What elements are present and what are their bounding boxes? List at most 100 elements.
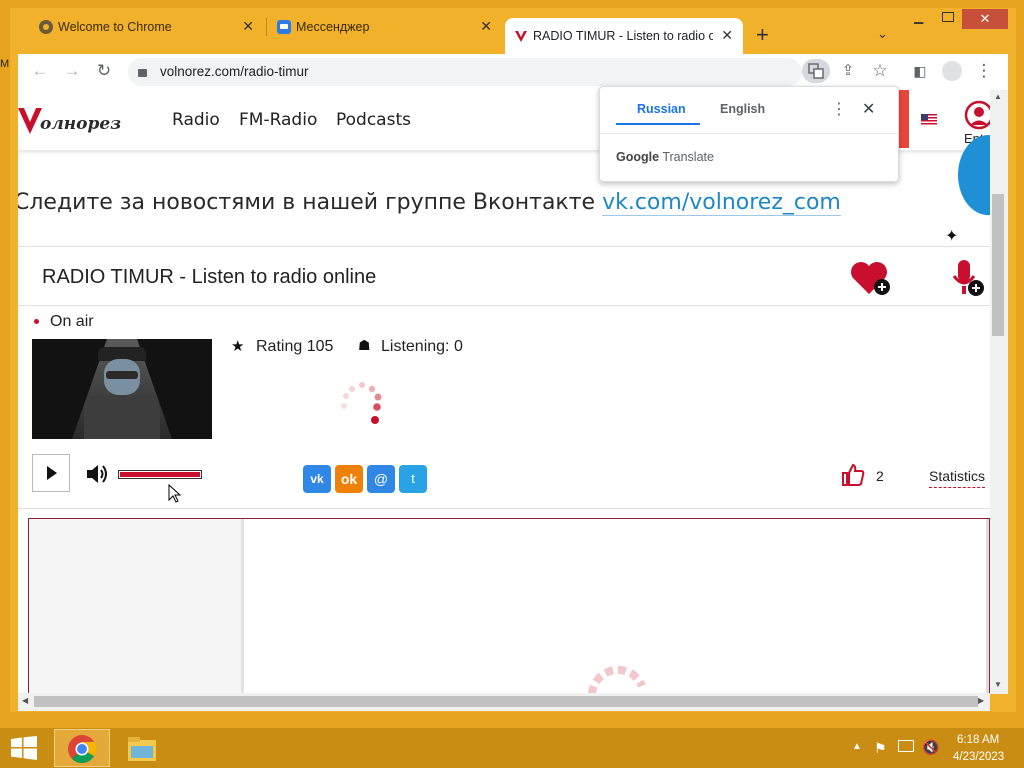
tab-search-icon[interactable]: ⌄ [877, 26, 888, 42]
scroll-thumb[interactable] [992, 194, 1004, 336]
bookmark-star-icon[interactable]: ☆ [868, 59, 892, 83]
add-favorite-icon[interactable] [849, 260, 893, 298]
nav-radio[interactable]: Radio [172, 110, 220, 130]
share-twitter-button[interactable]: t [399, 465, 427, 493]
thumbs-up-icon[interactable] [841, 463, 865, 487]
menu-dots-icon[interactable]: ⋮ [972, 59, 996, 83]
translate-popup: Russian English ⋮ ✕ Google Translate [599, 86, 899, 182]
share-icon[interactable]: ⇪ [836, 59, 860, 83]
desktop-edge-text: M [0, 58, 10, 70]
side-panel-icon[interactable]: ◧ [908, 59, 932, 83]
chrome-icon [68, 735, 97, 764]
google-brand-text: Google [616, 150, 660, 164]
tab-title: RADIO TIMUR - Listen to radio o [533, 29, 713, 43]
lock-icon [138, 69, 147, 77]
scroll-up-arrow[interactable]: ▲ [994, 92, 1002, 101]
google-translate-brand: Google Translate [616, 150, 714, 164]
site-logo[interactable]: олнорез [18, 104, 121, 134]
windows-start-icon[interactable] [11, 736, 37, 760]
nav-fm-radio[interactable]: FM-Radio [239, 110, 317, 130]
tab-underline [616, 123, 700, 125]
translate-brand-text: Translate [662, 150, 714, 164]
share-ok-button[interactable]: ok [335, 465, 363, 493]
station-title: RADIO TIMUR - Listen to radio online [42, 266, 377, 288]
restore-button[interactable] [942, 12, 954, 22]
volume-muted-icon[interactable]: 🔇 [922, 739, 939, 756]
volume-slider[interactable] [118, 470, 202, 479]
embedded-sidebar [29, 519, 244, 694]
on-air-dot [34, 319, 39, 324]
tab-target-language[interactable]: English [720, 102, 765, 116]
star-icon: ★ [231, 338, 245, 355]
profile-avatar[interactable] [942, 61, 962, 81]
embedded-scrollbar [986, 519, 989, 694]
user-avatar-icon[interactable] [964, 100, 990, 130]
on-air-status: On air [50, 313, 94, 330]
logo-text: олнорез [40, 114, 122, 134]
listening-label: Listening: 0 [381, 338, 463, 355]
station-cover-image [32, 339, 212, 439]
chrome-icon [39, 20, 53, 34]
header-red-block [898, 90, 909, 148]
tab-radio-timur[interactable]: RADIO TIMUR - Listen to radio o ✕ [505, 18, 743, 54]
forward-icon[interactable]: → [60, 59, 84, 83]
embedded-frame [28, 518, 990, 694]
tab-title: Мессенджер [296, 20, 370, 34]
scroll-thumb[interactable] [34, 696, 978, 707]
section-divider [18, 508, 990, 509]
volnorez-icon [515, 31, 527, 42]
play-button[interactable] [32, 454, 70, 492]
folder-icon [128, 737, 156, 761]
share-mailru-button[interactable]: @ [367, 465, 395, 493]
taskbar-explorer-button[interactable] [114, 729, 170, 767]
tab-title: Welcome to Chrome [58, 20, 172, 34]
volume-slider-fill [120, 472, 200, 477]
share-vk-button[interactable]: vk [303, 465, 331, 493]
translate-glyph-icon [808, 63, 824, 79]
loading-spinner [341, 382, 382, 424]
scroll-left-arrow[interactable]: ◀ [22, 696, 28, 705]
back-icon[interactable]: ← [28, 59, 52, 83]
close-icon[interactable]: ✕ [480, 18, 492, 35]
translate-options-icon[interactable]: ⋮ [831, 99, 847, 119]
close-window-button[interactable]: ✕ [962, 9, 1008, 29]
play-icon [47, 466, 57, 480]
minimize-button[interactable]: ▁ [914, 10, 928, 24]
reload-icon[interactable]: ↻ [92, 59, 116, 83]
url-text[interactable]: volnorez.com/radio-timur [160, 64, 309, 79]
banner-link[interactable]: vk.com/volnorez_com [602, 190, 841, 216]
tray-overflow-icon[interactable]: ▲ [852, 741, 862, 752]
mouse-cursor-icon [168, 484, 182, 503]
clock-time[interactable]: 6:18 AM [957, 734, 999, 746]
banner-text: Следите за новостями в нашей группе Вкон… [18, 190, 596, 215]
statistics-link[interactable]: Statistics [929, 468, 986, 488]
loading-spinner-large [588, 665, 646, 694]
horizontal-scrollbar[interactable]: ◀ ▶ [18, 693, 990, 711]
close-icon[interactable]: ✕ [721, 27, 733, 44]
clock-date[interactable]: 4/23/2023 [953, 751, 1004, 763]
scroll-right-arrow[interactable]: ▶ [978, 696, 984, 705]
close-icon[interactable]: ✕ [862, 99, 875, 119]
sparkle-icon: ✦ [945, 228, 959, 245]
nav-podcasts[interactable]: Podcasts [336, 110, 411, 130]
messenger-icon [277, 20, 291, 34]
scroll-down-arrow[interactable]: ▼ [994, 680, 1002, 689]
close-icon[interactable]: ✕ [242, 18, 254, 35]
action-center-flag-icon[interactable]: ⚑ [874, 740, 887, 757]
network-icon[interactable] [898, 740, 914, 752]
volume-icon[interactable] [85, 463, 109, 485]
rating-label: Rating 105 [256, 338, 334, 355]
add-microphone-icon[interactable] [948, 256, 988, 298]
vertical-scrollbar[interactable]: ▲ ▼ [990, 90, 1008, 694]
taskbar-chrome-button[interactable] [54, 729, 110, 767]
popup-divider [600, 133, 898, 134]
us-flag-icon[interactable] [921, 114, 937, 125]
tab-source-language[interactable]: Russian [637, 102, 686, 116]
listener-icon: ☗ [358, 337, 371, 353]
likes-count: 2 [876, 468, 884, 484]
volnorez-logo-icon [18, 108, 42, 134]
new-tab-button[interactable]: + [756, 23, 769, 47]
tab-welcome[interactable]: Welcome to Chrome ✕ [30, 12, 264, 42]
tab-separator [266, 18, 267, 36]
tab-messenger[interactable]: Мессенджер ✕ [268, 12, 502, 42]
